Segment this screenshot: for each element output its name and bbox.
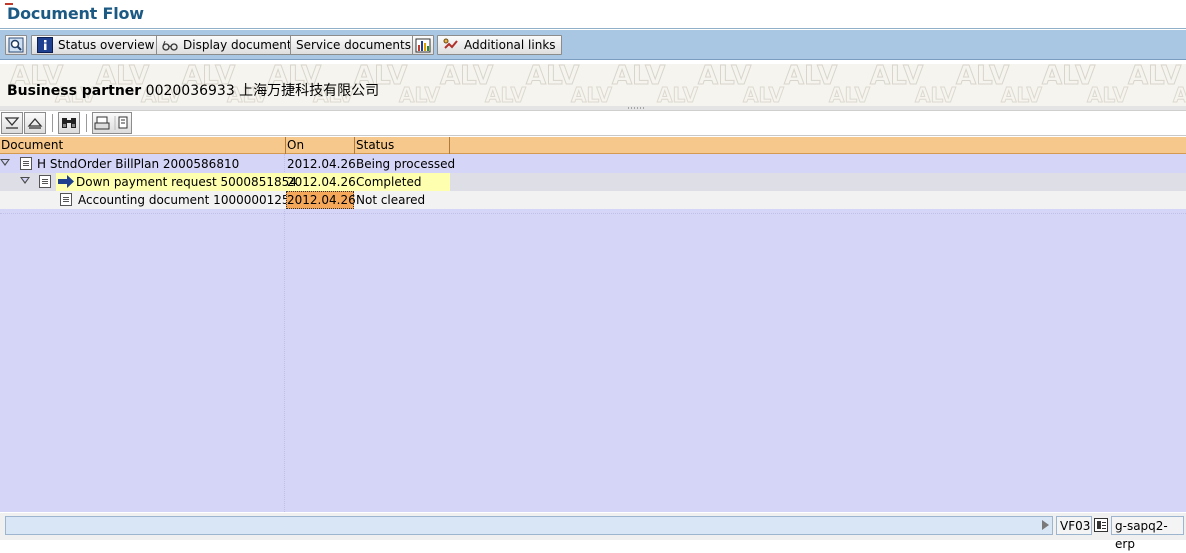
tree-toolbar (0, 111, 1186, 136)
page-title: Document Flow (7, 4, 144, 23)
status-overview-button[interactable]: Status overview (31, 35, 161, 55)
tree-row[interactable]: H StndOrder BillPlan 2000586810 2012.04.… (0, 155, 1186, 173)
row-date-selected[interactable]: 2012.04.26 (286, 191, 356, 209)
tree-row[interactable]: Accounting document 1000000125 2012.04.2… (0, 191, 1186, 209)
additional-links-label: Additional links (464, 38, 556, 52)
title-bar: Document Flow (0, 0, 1186, 29)
display-object-button[interactable] (5, 35, 27, 55)
row-status: Completed (356, 175, 422, 189)
watermark-text: ALV (743, 83, 784, 106)
service-documents-label: Service documents (296, 38, 411, 52)
glasses-icon (162, 37, 178, 53)
row-document: Down payment request 5000851854 (76, 175, 297, 189)
additional-links-button[interactable]: Additional links (437, 35, 562, 55)
application-toolbar: Status overview Display document Service… (0, 30, 1186, 60)
binoculars-icon (62, 118, 76, 128)
toolbar-separator (86, 114, 87, 132)
watermark-text: ALV (485, 83, 526, 106)
bar-chart-icon (415, 37, 431, 53)
business-partner-value: 0020036933 上海万捷科技有限公司 (145, 83, 380, 99)
watermark-text: ALV (1173, 83, 1186, 106)
session-icon[interactable] (1094, 518, 1108, 532)
server-name: g-sapq2-erp (1111, 516, 1184, 551)
watermark-text: ALV (829, 83, 870, 106)
expand-all-icon (4, 117, 20, 129)
display-document-button[interactable]: Display document (156, 35, 298, 55)
watermark-text: ALV (399, 83, 440, 106)
expanded-node-icon[interactable] (20, 177, 30, 184)
magnifier-icon (8, 37, 24, 53)
expanded-node-icon[interactable] (0, 159, 10, 166)
watermark-text: ALV (657, 83, 698, 106)
info-icon (37, 37, 53, 53)
chart-button[interactable] (412, 35, 434, 55)
row-status: Not cleared (356, 193, 426, 207)
expand-all-button[interactable] (1, 112, 23, 134)
business-partner-label: Business partner (7, 83, 142, 99)
column-header-document[interactable]: Document (0, 137, 286, 154)
watermark-text: ALV (571, 83, 612, 106)
status-message-field (5, 516, 1053, 535)
document-icon (39, 175, 51, 188)
status-bar: VF03 g-sapq2-erp (0, 512, 1186, 551)
status-overview-label: Status overview (58, 38, 155, 52)
row-status: Being processed (356, 157, 456, 171)
print-icon (94, 116, 128, 130)
collapse-all-button[interactable] (24, 112, 46, 134)
toolbar-separator (52, 114, 53, 132)
row-document: Accounting document 1000000125 (78, 193, 290, 207)
print-button[interactable] (92, 112, 132, 134)
column-header-row: Document On Status (0, 137, 1186, 154)
column-header-on[interactable]: On (286, 137, 355, 154)
watermark-text: ALV (915, 83, 956, 106)
watermark-text: ALV (1087, 83, 1128, 106)
links-icon (443, 37, 459, 53)
row-divider (0, 213, 1186, 214)
document-flow-tree: H StndOrder BillPlan 2000586810 2012.04.… (0, 154, 1186, 512)
column-header-status[interactable]: Status (355, 137, 450, 154)
tree-row-current[interactable]: Down payment request 5000851854 2012.04.… (0, 173, 1186, 191)
find-button[interactable] (58, 112, 80, 134)
business-partner-line: Business partner 0020036933 上海万捷科技有限公司 (7, 80, 379, 100)
watermark-text: ALV (1001, 83, 1042, 106)
row-document: H StndOrder BillPlan 2000586810 (37, 157, 240, 171)
document-icon (20, 157, 32, 170)
collapse-all-icon (27, 118, 43, 129)
transaction-code: VF03 (1056, 516, 1092, 535)
document-icon (60, 193, 72, 206)
service-documents-button[interactable]: Service documents (290, 35, 417, 55)
display-document-label: Display document (183, 38, 292, 52)
row-date: 2012.04.26 (287, 157, 356, 171)
splitter-grip-icon (627, 107, 645, 109)
row-date: 2012.04.26 (287, 175, 356, 189)
expand-status-icon[interactable] (1042, 520, 1049, 530)
